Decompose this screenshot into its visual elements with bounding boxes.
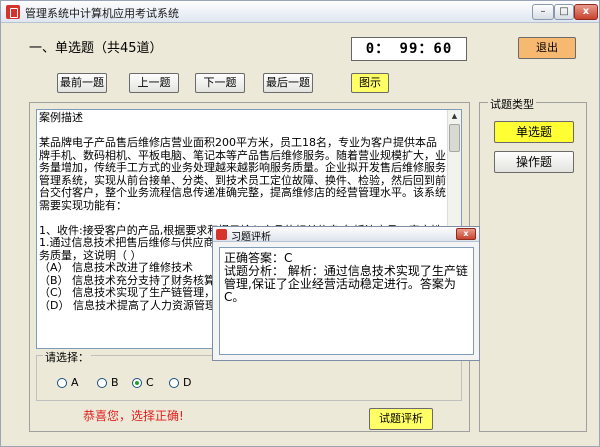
operation-question-button[interactable]: 操作题 bbox=[494, 151, 574, 173]
option-d-radio[interactable]: D bbox=[169, 376, 191, 389]
option-a-radio[interactable]: A bbox=[57, 376, 79, 389]
radio-icon bbox=[169, 377, 179, 388]
question-type-group: 试题类型 单选题 操作题 bbox=[479, 96, 587, 432]
option-d-label: D bbox=[183, 376, 192, 389]
analysis-popup: 习题评析 x 正确答案：C 试题分析： 解析：通过信息技术实现了生产链管理,保证… bbox=[212, 226, 480, 361]
option-b-label: B bbox=[111, 376, 119, 389]
option-c-radio[interactable]: C bbox=[132, 376, 154, 389]
next-question-button[interactable]: 下一题 bbox=[195, 73, 245, 93]
single-choice-button[interactable]: 单选题 bbox=[494, 121, 574, 143]
exit-button[interactable]: 退出 bbox=[518, 37, 576, 59]
diagram-button[interactable]: 图示 bbox=[351, 73, 389, 93]
result-message: 恭喜您，选择正确! bbox=[83, 409, 184, 423]
countdown-timer: 0： 99：60 bbox=[351, 37, 467, 61]
minimize-button[interactable]: – bbox=[532, 4, 554, 20]
radio-icon bbox=[97, 377, 107, 388]
analysis-button[interactable]: 试题评析 bbox=[369, 408, 433, 430]
popup-analysis-text: 正确答案：C 试题分析： 解析：通过信息技术实现了生产链管理,保证了企业经营活动… bbox=[224, 251, 468, 304]
app-icon bbox=[6, 5, 20, 19]
last-question-button[interactable]: 最后一题 bbox=[263, 73, 313, 93]
choose-legend: 请选择： bbox=[43, 349, 91, 365]
section-heading: 一、单选题（共45道） bbox=[29, 41, 163, 56]
option-a-label: A bbox=[71, 376, 79, 389]
window-title: 管理系统中计算机应用考试系统 bbox=[25, 7, 179, 20]
popup-text-area[interactable]: 正确答案：C 试题分析： 解析：通过信息技术实现了生产链管理,保证了企业经营活动… bbox=[219, 247, 474, 355]
option-b-radio[interactable]: B bbox=[97, 376, 119, 389]
answer-choice-group: 请选择： A B C D bbox=[36, 349, 462, 401]
maximize-button[interactable]: □ bbox=[554, 4, 574, 20]
radio-icon bbox=[57, 377, 67, 388]
first-question-button[interactable]: 最前一题 bbox=[57, 73, 107, 93]
title-bar[interactable]: 管理系统中计算机应用考试系统 – □ x bbox=[1, 1, 599, 23]
radio-selected-icon bbox=[132, 377, 142, 388]
scroll-up-icon[interactable]: ▲ bbox=[448, 110, 461, 123]
app-window: 管理系统中计算机应用考试系统 – □ x 一、单选题（共45道） 0： 99：6… bbox=[0, 0, 600, 447]
popup-app-icon bbox=[216, 229, 227, 240]
scroll-thumb[interactable] bbox=[449, 124, 460, 152]
popup-close-button[interactable]: x bbox=[456, 228, 476, 240]
question-type-legend: 试题类型 bbox=[488, 96, 536, 112]
popup-title-bar[interactable]: 习题评析 x bbox=[213, 227, 479, 243]
previous-question-button[interactable]: 上一题 bbox=[129, 73, 179, 93]
option-c-label: C bbox=[146, 376, 154, 389]
close-button[interactable]: x bbox=[574, 4, 598, 20]
popup-title: 习题评析 bbox=[231, 232, 271, 243]
